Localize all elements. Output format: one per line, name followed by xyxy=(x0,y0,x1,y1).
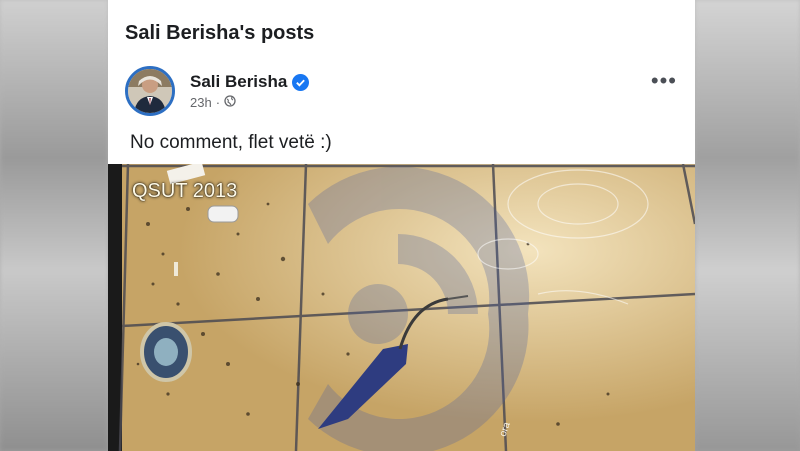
blurred-background-left xyxy=(0,0,108,451)
post-text: No comment, flet vetë :) xyxy=(130,132,332,153)
more-options-button[interactable]: ••• xyxy=(651,68,677,94)
video-overlay-label: QSUT 2013 xyxy=(132,180,238,202)
video-frame xyxy=(108,164,695,451)
globe-icon xyxy=(224,95,236,110)
post-card: Sali Berisha's posts Sali Berisha 23h · … xyxy=(108,0,695,451)
post-meta: 23h · xyxy=(190,95,236,110)
post-timestamp[interactable]: 23h xyxy=(190,95,212,110)
author-avatar[interactable] xyxy=(125,66,175,116)
meta-separator: · xyxy=(215,95,221,110)
avatar-photo xyxy=(128,69,172,113)
author-line: Sali Berisha xyxy=(190,72,310,92)
blurred-background-right xyxy=(695,0,800,451)
verified-badge-icon xyxy=(292,73,310,91)
post-video[interactable]: QSUT 2013 ora xyxy=(108,164,695,451)
author-name[interactable]: Sali Berisha xyxy=(190,72,287,92)
page-title: Sali Berisha's posts xyxy=(125,22,315,44)
